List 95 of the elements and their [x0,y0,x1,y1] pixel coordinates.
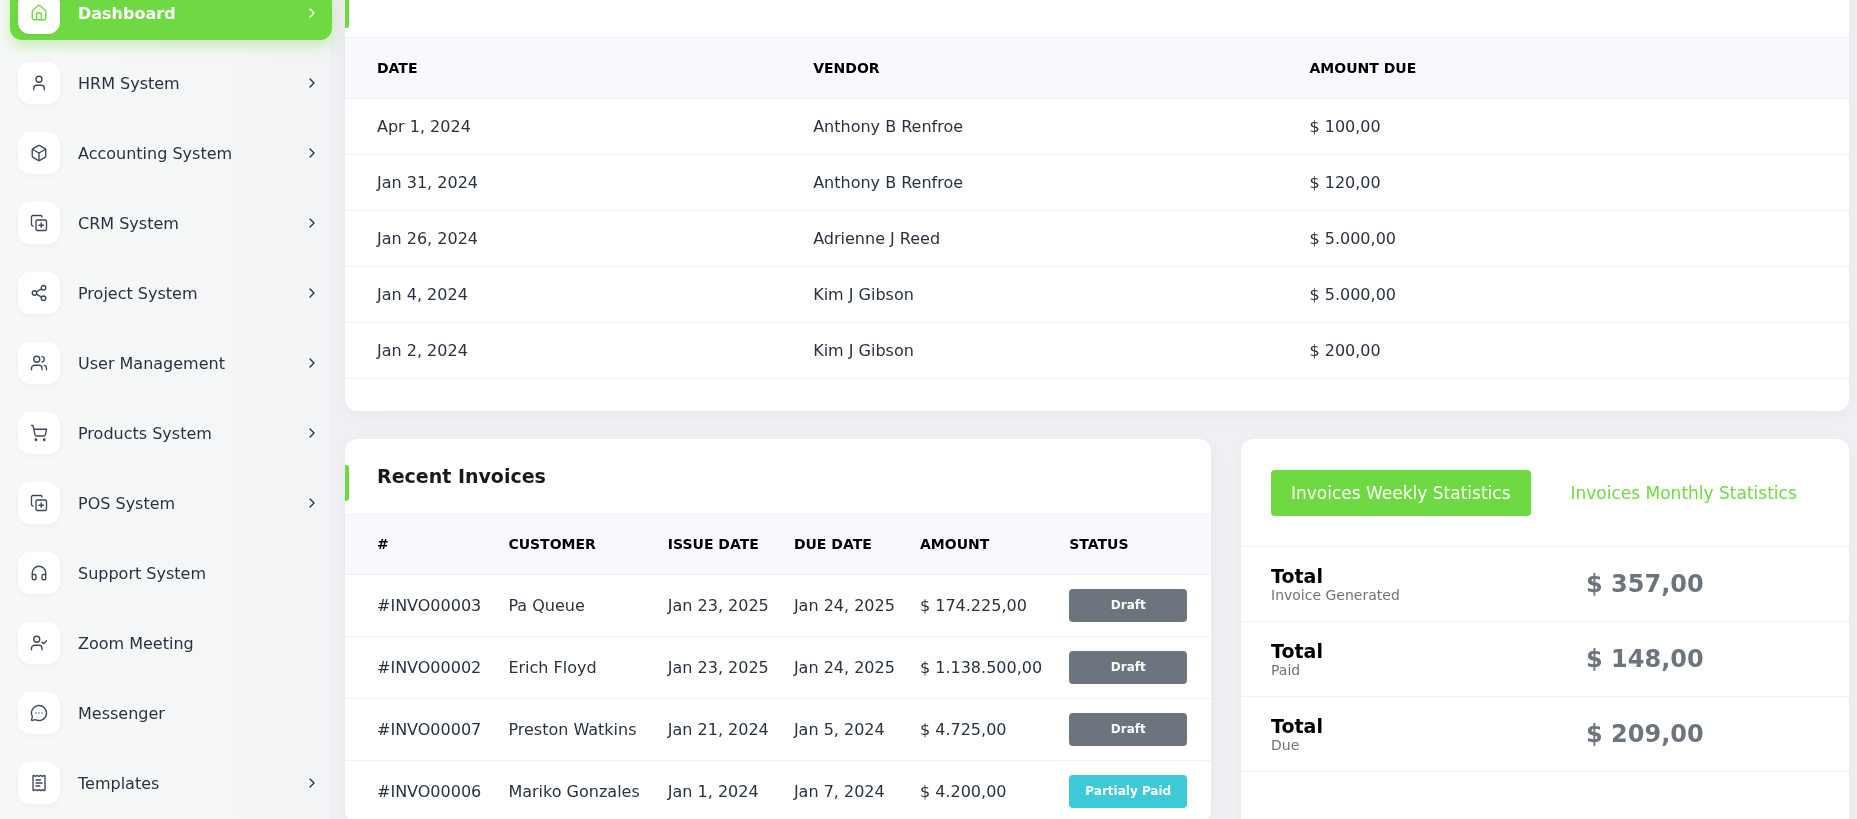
column-header: CUSTOMER [494,514,654,575]
card-title: Recent Invoices [377,465,546,487]
table-cell: Kim J Gibson [781,322,1278,378]
sidebar-label: User Management [78,353,226,373]
table-cell: #INVO00002 [345,636,495,699]
sidebar-item[interactable]: Support System [10,546,332,600]
sidebar-item[interactable]: CRM System [10,196,332,250]
table-cell: Mariko Gonzales [494,760,654,819]
stat-title: Total [1271,564,1324,587]
sidebar-item[interactable]: POS System [10,476,332,530]
column-header: VENDOR [781,38,1278,98]
column-header: # [345,514,495,575]
table-cell: $ 100,00 [1277,98,1849,154]
sidebar-item[interactable]: Accounting System [10,126,332,180]
cube-icon [30,144,48,162]
table-cell: Jan 23, 2025 [653,574,780,637]
chat-icon [30,704,48,722]
cart-icon [30,424,48,442]
sidebar-label: Messenger [78,703,166,723]
sidebar-label: Products System [78,423,213,443]
sidebar-item[interactable]: User Management [10,336,332,390]
stat-value: $ 148,00 [1586,644,1704,673]
table-cell: Jan 2, 2024 [345,322,782,378]
stat-value: $ 209,00 [1586,719,1704,748]
squares-icon [30,494,48,512]
user-check-icon [30,634,48,652]
accent-bar [345,464,349,501]
table-cell: Jan 1, 2024 [653,760,780,819]
share-icon [30,284,48,302]
sidebar-label: CRM System [78,213,180,233]
sidebar-item[interactable]: Templates [10,756,332,810]
sidebar-label: POS System [78,493,177,513]
table-cell: Jan 4, 2024 [345,266,782,322]
table-cell: Jan 5, 2024 [779,698,906,761]
column-header: STATUS [1055,514,1211,575]
table-cell: Jan 26, 2024 [345,210,782,266]
table-cell: $ 120,00 [1277,154,1849,210]
table-cell: Adrienne J Reed [781,210,1278,266]
status-badge: Draft [1069,651,1188,684]
stat-title: Total [1271,639,1324,662]
sidebar-label: Dashboard [78,3,177,23]
status-badge: Draft [1069,589,1188,622]
table-cell: $ 5.000,00 [1277,266,1849,322]
table-cell: $ 5.000,00 [1277,210,1849,266]
column-header: AMOUNT DUE [1277,38,1849,98]
stat-title: Total [1271,714,1324,737]
sidebar-label: Project System [78,283,199,303]
squares-icon [30,214,48,232]
table-cell: Jan 21, 2024 [653,698,780,761]
column-header: DATE [345,38,782,98]
table-cell: Pa Queue [494,574,654,637]
sidebar-label: Support System [78,563,207,583]
sidebar-label: Templates [78,773,161,793]
receipt-icon [30,774,48,792]
sidebar-label: HRM System [78,73,181,93]
table-cell: Jan 31, 2024 [345,154,782,210]
stat-subtitle: Paid [1271,661,1302,678]
home-icon [30,4,48,22]
accent-bar [345,0,349,28]
table-cell: Anthony B Renfroe [781,98,1278,154]
table-cell: $ 4.200,00 [905,760,1056,819]
table-cell: $ 174.225,00 [905,574,1056,637]
column-header: AMOUNT [905,514,1056,575]
sidebar-item[interactable]: Project System [10,266,332,320]
user-icon [30,74,48,92]
table-cell: Erich Floyd [494,636,654,699]
stat-subtitle: Due [1271,736,1301,753]
table-cell: $ 4.725,00 [905,698,1056,761]
table-cell: #INVO00007 [345,698,495,761]
table-cell: Anthony B Renfroe [781,154,1278,210]
table-cell: Jan 24, 2025 [779,574,906,637]
table-cell: $ 1.138.500,00 [905,636,1056,699]
table-cell: Kim J Gibson [781,266,1278,322]
stat-value: $ 357,00 [1586,569,1704,598]
sidebar-item[interactable]: Messenger [10,686,332,740]
table-cell: #INVO00006 [345,760,495,819]
users-icon [30,354,48,372]
stat-subtitle: Invoice Generated [1271,586,1401,603]
table-cell: Apr 1, 2024 [345,98,782,154]
sidebar-item[interactable]: Products System [10,406,332,460]
column-header: DUE DATE [779,514,906,575]
status-badge: Draft [1069,713,1188,746]
sidebar-label: Accounting System [78,143,234,163]
table-cell: $ 200,00 [1277,322,1849,378]
sidebar-item[interactable]: HRM System [10,56,332,110]
sidebar-item[interactable]: Zoom Meeting [10,616,332,670]
table-cell: Preston Watkins [494,698,654,761]
status-badge: Partialy Paid [1069,775,1188,808]
sidebar-label: Zoom Meeting [78,633,195,653]
table-cell: Jan 23, 2025 [653,636,780,699]
headphones-icon [30,564,48,582]
column-header: ISSUE DATE [653,514,780,575]
table-cell: Jan 7, 2024 [779,760,906,819]
table-cell: #INVO00003 [345,574,495,637]
table-cell: Jan 24, 2025 [779,636,906,699]
